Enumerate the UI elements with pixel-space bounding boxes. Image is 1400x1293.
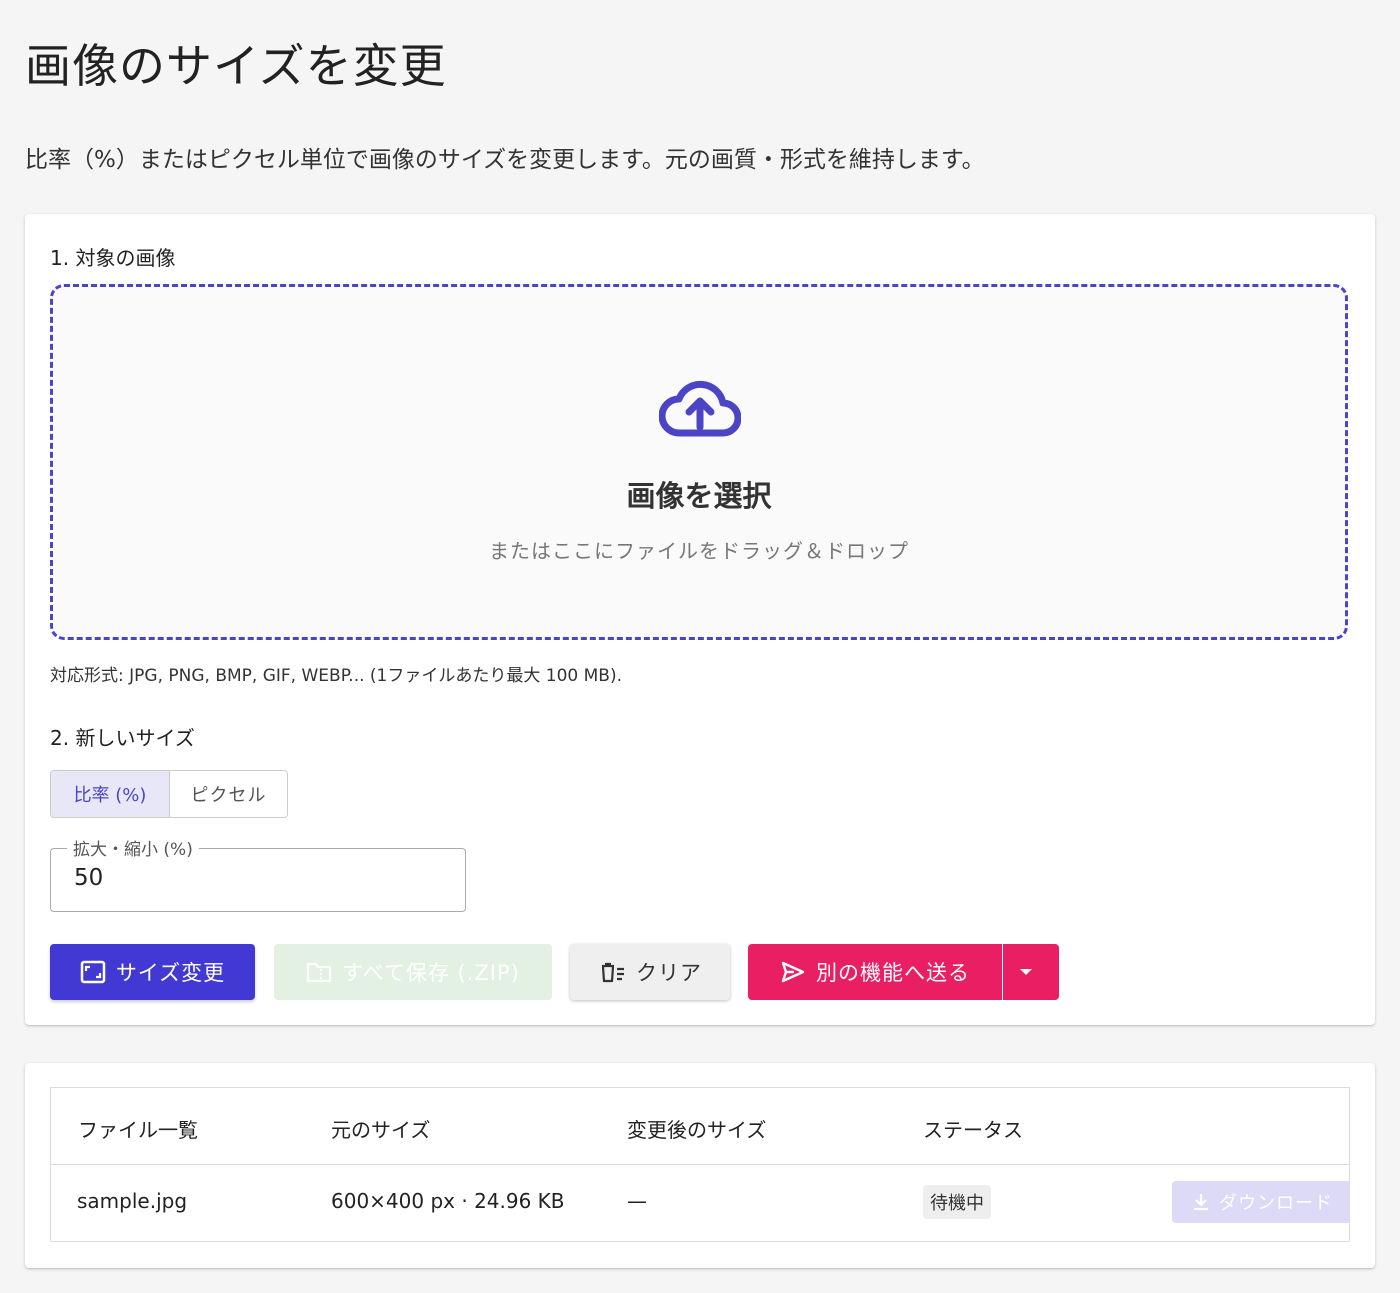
clear-list-icon bbox=[601, 962, 624, 983]
resize-button-label: サイズ変更 bbox=[115, 961, 226, 985]
download-button[interactable]: ダウンロード bbox=[1172, 1181, 1349, 1223]
file-table: ファイル一覧 元のサイズ 変更後のサイズ ステータス sample.jpg 60… bbox=[50, 1087, 1350, 1242]
download-button-label: ダウンロード bbox=[1219, 1193, 1333, 1214]
send-icon bbox=[781, 961, 805, 983]
resize-form-card: 1. 対象の画像 画像を選択 またはここにファイルをドラッグ＆ドロップ 対応形式… bbox=[25, 214, 1375, 1025]
dropzone-title: 画像を選択 bbox=[626, 479, 772, 513]
supported-formats: 対応形式: JPG, PNG, BMP, GIF, WEBP... (1ファイル… bbox=[50, 666, 622, 686]
resize-button[interactable]: サイズ変更 bbox=[50, 944, 255, 1000]
send-button-label: 別の機能へ送る bbox=[816, 961, 970, 985]
caret-down-icon bbox=[1020, 969, 1032, 975]
file-dropzone[interactable]: 画像を選択 またはここにファイルをドラッグ＆ドロップ bbox=[50, 284, 1348, 640]
folder-zip-icon bbox=[307, 962, 332, 983]
page-title: 画像のサイズを変更 bbox=[25, 39, 447, 93]
status-badge: 待機中 bbox=[923, 1185, 991, 1219]
scale-field: 拡大・縮小 (%) bbox=[50, 835, 466, 912]
mode-pixel-button[interactable]: ピクセル bbox=[170, 771, 287, 817]
clear-button-label: クリア bbox=[636, 961, 702, 985]
header-original-size: 元のサイズ bbox=[331, 1118, 431, 1142]
dropzone-subtitle: またはここにファイルをドラッグ＆ドロップ bbox=[489, 539, 909, 563]
header-status: ステータス bbox=[923, 1118, 1023, 1142]
cell-resized-size: — bbox=[627, 1189, 647, 1213]
row-divider bbox=[51, 1164, 1349, 1165]
clear-button[interactable]: クリア bbox=[570, 944, 730, 1000]
scale-input[interactable] bbox=[74, 865, 434, 891]
send-to-feature-button[interactable]: 別の機能へ送る bbox=[748, 944, 1002, 1000]
scale-field-label: 拡大・縮小 (%) bbox=[67, 835, 199, 860]
cell-original-size: 600×400 px · 24.96 KB bbox=[331, 1189, 565, 1213]
header-file-list: ファイル一覧 bbox=[78, 1118, 198, 1142]
header-resized-size: 変更後のサイズ bbox=[627, 1118, 767, 1142]
save-all-button-label: すべて保存 (.ZIP) bbox=[342, 961, 520, 985]
aspect-ratio-icon bbox=[80, 960, 106, 984]
cell-file-name: sample.jpg bbox=[77, 1189, 188, 1213]
file-list-card: ファイル一覧 元のサイズ 変更後のサイズ ステータス sample.jpg 60… bbox=[25, 1063, 1375, 1268]
save-all-zip-button[interactable]: すべて保存 (.ZIP) bbox=[274, 944, 552, 1000]
section-label-target: 1. 対象の画像 bbox=[50, 246, 176, 270]
page-description: 比率（%）またはピクセル単位で画像のサイズを変更します。元の画質・形式を維持しま… bbox=[25, 147, 985, 173]
mode-percent-button[interactable]: 比率 (%) bbox=[51, 771, 170, 817]
download-icon bbox=[1194, 1194, 1208, 1211]
cloud-upload-icon bbox=[659, 380, 741, 437]
send-menu-dropdown-button[interactable] bbox=[1003, 944, 1059, 1000]
size-mode-toggle: 比率 (%) ピクセル bbox=[50, 770, 288, 818]
section-label-size: 2. 新しいサイズ bbox=[50, 726, 195, 750]
